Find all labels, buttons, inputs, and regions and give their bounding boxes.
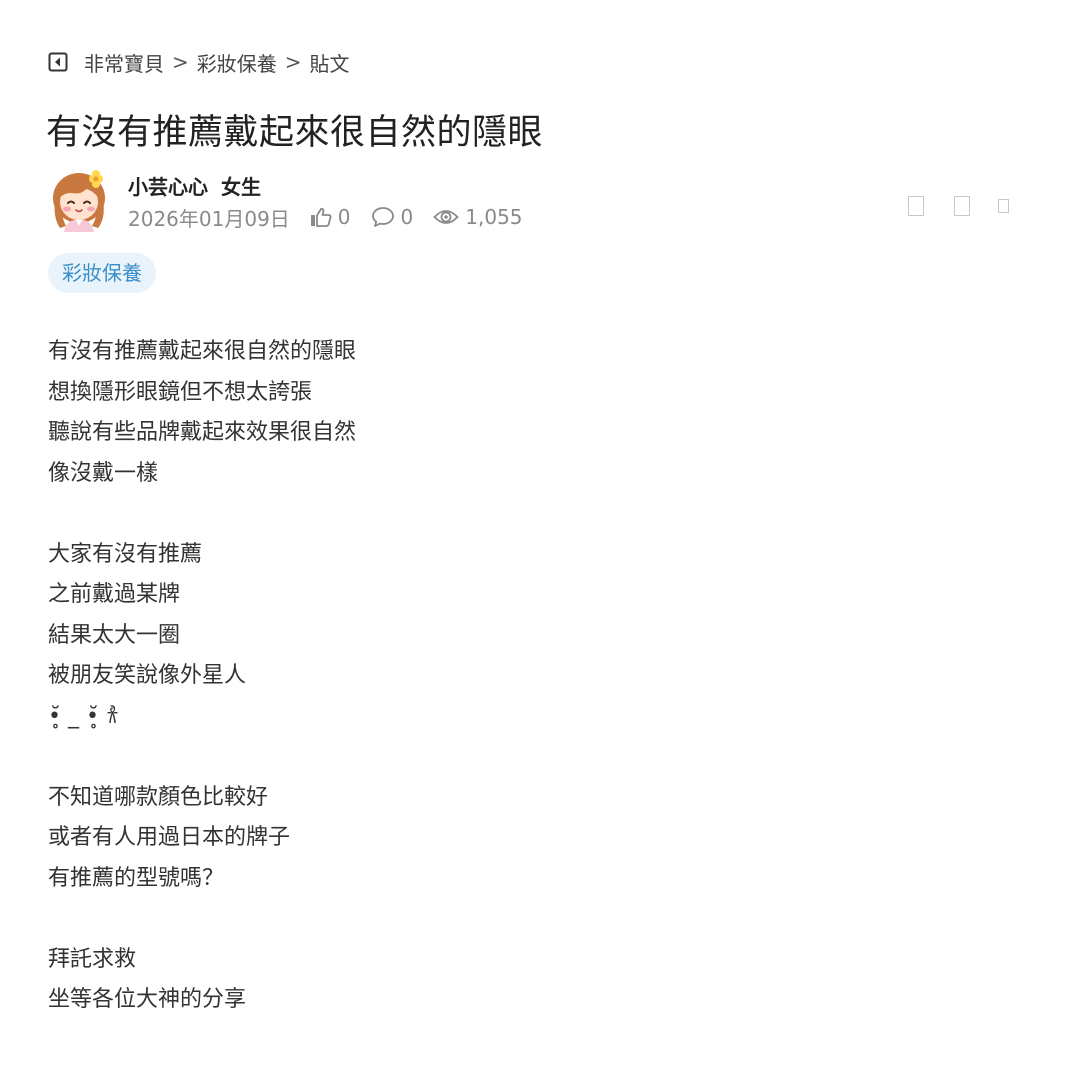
body-line: 不知道哪款顏色比較好	[48, 784, 269, 810]
breadcrumb: 非常寶貝 > 彩妝保養 > 貼文	[48, 48, 350, 76]
post-page: 非常寶貝 > 彩妝保養 > 貼文 有沒有推薦戴起來很自然的隱眼 小芸心心 女生 …	[0, 0, 1080, 1080]
body-line: 想換隱形眼鏡但不想太誇張	[48, 379, 313, 405]
body-line: 大家有沒有推薦	[48, 541, 203, 567]
category-tag[interactable]: 彩妝保養	[48, 253, 156, 293]
body-line	[48, 737, 1028, 778]
comment-bubble-icon	[371, 207, 394, 227]
body-line: 有推薦的型號嗎？	[48, 865, 225, 891]
like-count: 0	[337, 205, 351, 229]
author-avatar[interactable]	[48, 168, 112, 232]
eye-icon	[433, 210, 460, 224]
body-line: 之前戴過某牌	[48, 582, 181, 607]
body-line	[48, 494, 1028, 535]
views: 1,055	[433, 205, 523, 229]
post-body: 有沒有推薦戴起來很自然的隱眼 想換隱形眼鏡但不想太誇張 聽說有些品牌戴起來效果很…	[48, 332, 1028, 1021]
post-meta: 2026年01月09日 0 0 1,055	[128, 203, 523, 231]
body-line	[48, 899, 1028, 940]
author-line: 小芸心心 女生	[128, 171, 261, 200]
breadcrumb-separator: >	[284, 50, 302, 74]
post-title: 有沒有推薦戴起來很自然的隱眼	[46, 113, 544, 153]
breadcrumb-item-current: 貼文	[309, 51, 350, 76]
author-name[interactable]: 小芸心心	[128, 175, 208, 199]
favorite-icon[interactable]	[908, 196, 924, 216]
body-line: 被朋友笑說像外星人	[48, 663, 247, 688]
post-date: 2026年01月09日	[128, 206, 290, 231]
body-line: 像沒戴一樣	[48, 460, 159, 486]
body-line: 或者有人用過日本的牌子	[48, 825, 291, 850]
comment-button[interactable]: 0	[371, 205, 414, 229]
body-line: 拜託求救	[48, 946, 137, 972]
breadcrumb-item-forum[interactable]: 非常寶貝	[84, 48, 164, 77]
share-icon[interactable]	[954, 196, 970, 216]
more-icon[interactable]	[998, 199, 1009, 213]
view-count: 1,055	[465, 205, 523, 229]
body-line: 結果太大一圈	[48, 622, 181, 648]
author-gender: 女生	[220, 175, 261, 199]
breadcrumb-item-category[interactable]: 彩妝保養	[197, 48, 277, 77]
comment-count: 0	[400, 205, 414, 229]
body-line: •̥̆ _ •̥̆ 𐀪	[48, 703, 120, 729]
breadcrumb-separator: >	[172, 50, 189, 74]
body-line: 有沒有推薦戴起來很自然的隱眼	[48, 339, 357, 364]
back-arrow-icon[interactable]	[48, 52, 68, 72]
body-line: 聽說有些品牌戴起來效果很自然	[48, 420, 357, 445]
like-button[interactable]: 0	[310, 205, 351, 229]
body-line: 坐等各位大神的分享	[48, 987, 247, 1012]
thumbs-up-icon	[310, 208, 332, 227]
